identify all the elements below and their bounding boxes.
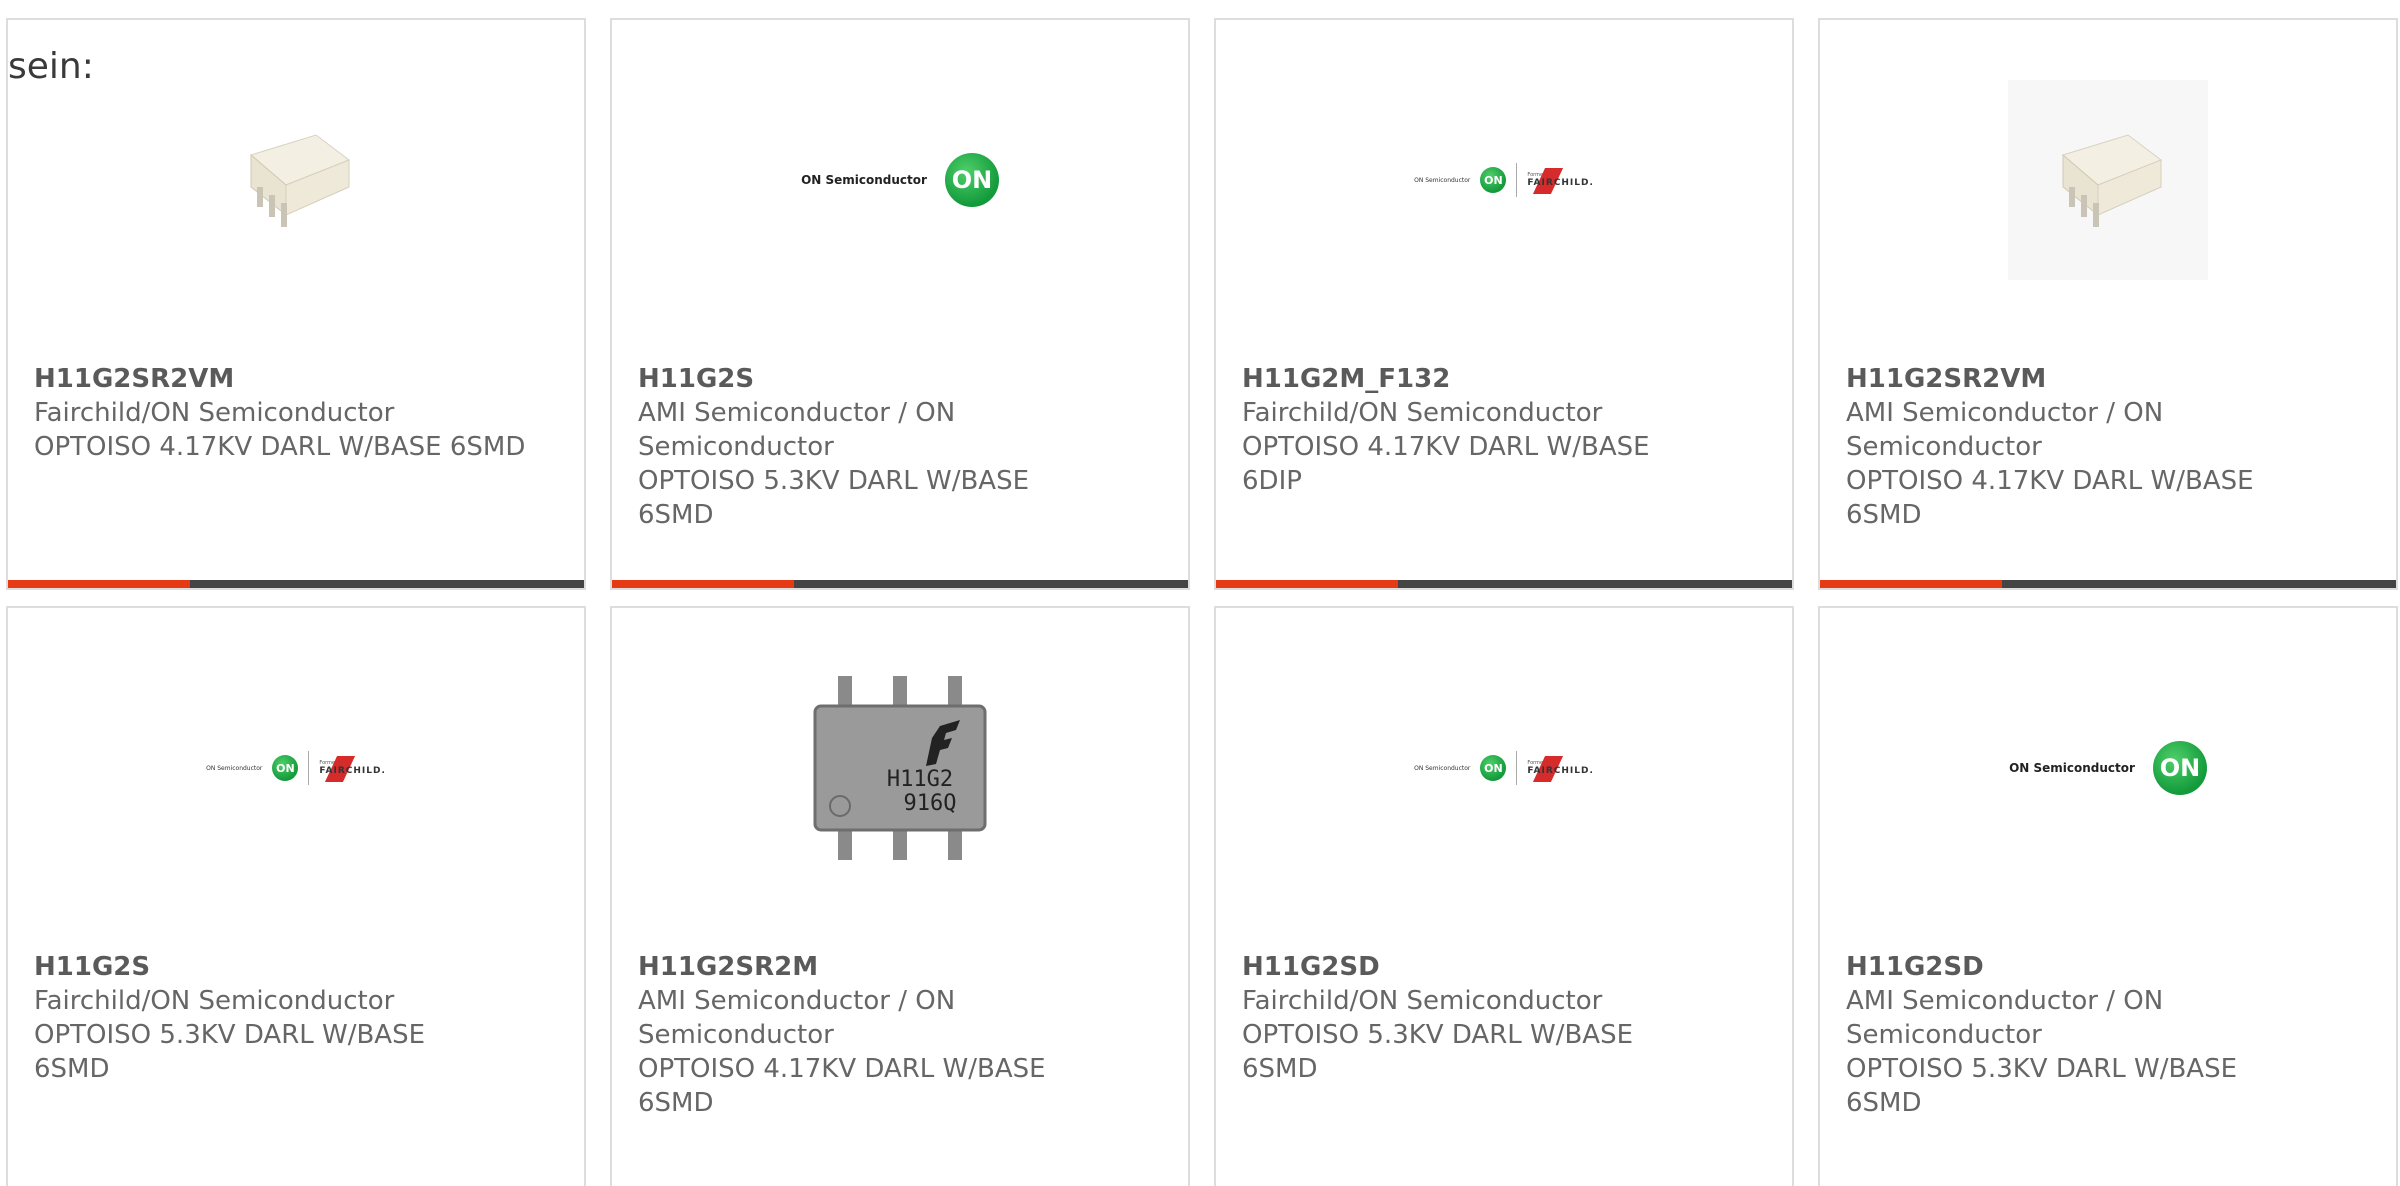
on-logo-icon: ON bbox=[944, 153, 999, 207]
manufacturer: AMI Semiconductor / ON Semiconductor bbox=[638, 986, 956, 1050]
part-number[interactable]: H11G2S bbox=[34, 950, 564, 984]
manufacturer: AMI Semiconductor / ON Semiconductor bbox=[638, 398, 956, 462]
fairchild-name: FAIRCHILD. bbox=[1527, 168, 1593, 194]
fairchild-name: FAIRCHILD. bbox=[1527, 756, 1593, 782]
card-bottom-bar bbox=[8, 580, 584, 588]
product-info: H11G2S AMI Semiconductor / ON Semiconduc… bbox=[638, 362, 1168, 532]
product-info: H11G2S Fairchild/ON Semiconductor OPTOIS… bbox=[34, 950, 564, 1086]
card-accent bbox=[8, 580, 190, 588]
on-logo-icon: ON bbox=[1480, 755, 1507, 781]
product-info: H11G2SD Fairchild/ON Semiconductor OPTOI… bbox=[1242, 950, 1772, 1086]
part-number[interactable]: H11G2S bbox=[638, 362, 1168, 396]
description: OPTOISO 4.17KV DARL W/BASE 6DIP bbox=[1242, 432, 1650, 496]
card-accent bbox=[612, 580, 794, 588]
on-fairchild-logo: ON Semiconductor ON Formerly FAIRCHILD. bbox=[206, 751, 386, 785]
manufacturer: Fairchild/ON Semiconductor bbox=[34, 986, 395, 1016]
product-info: H11G2SR2VM AMI Semiconductor / ON Semico… bbox=[1846, 362, 2376, 532]
description: OPTOISO 5.3KV DARL W/BASE 6SMD bbox=[1242, 1020, 1634, 1084]
card-bottom-bar bbox=[612, 580, 1188, 588]
product-info: H11G2SR2M AMI Semiconductor / ON Semicon… bbox=[638, 950, 1168, 1120]
product-image[interactable]: H11G2 916Q bbox=[612, 668, 1188, 868]
logo-brand-text: ON Semiconductor bbox=[1414, 764, 1471, 772]
fairchild-name: FAIRCHILD. bbox=[319, 756, 385, 782]
product-card[interactable]: ON Semiconductor ON Formerly FAIRCHILD. … bbox=[6, 606, 586, 1186]
part-number[interactable]: H11G2SD bbox=[1846, 950, 2376, 984]
on-mark: ON bbox=[951, 166, 993, 194]
description: OPTOISO 4.17KV DARL W/BASE 6SMD bbox=[1846, 466, 2254, 530]
white-smd-chip-icon bbox=[249, 134, 351, 227]
card-accent bbox=[1820, 580, 2002, 588]
product-card[interactable]: H11G2 916Q H11G2SR2M AMI Semiconductor /… bbox=[610, 606, 1190, 1186]
product-image[interactable]: ON Semiconductor ON Formerly FAIRCHILD. bbox=[8, 668, 584, 868]
on-mark: ON bbox=[1484, 761, 1503, 775]
on-fairchild-logo: ON Semiconductor ON Formerly FAIRCHILD. bbox=[1414, 751, 1594, 785]
description: OPTOISO 5.3KV DARL W/BASE 6SMD bbox=[1846, 1054, 2238, 1118]
on-mark: ON bbox=[1484, 173, 1503, 187]
description: OPTOISO 5.3KV DARL W/BASE 6SMD bbox=[34, 1020, 426, 1084]
product-image[interactable]: ON Semiconductor ON bbox=[612, 80, 1188, 280]
logo-brand-text: ON Semiconductor bbox=[801, 173, 927, 187]
on-mark: ON bbox=[2159, 754, 2201, 782]
fairchild-logo: Formerly FAIRCHILD. bbox=[1527, 168, 1593, 194]
fairchild-logo: Formerly FAIRCHILD. bbox=[319, 756, 385, 782]
product-card[interactable]: ON Semiconductor ON H11G2S AMI Semicondu… bbox=[610, 18, 1190, 590]
gray-dip-chip-icon: H11G2 916Q bbox=[813, 676, 987, 860]
product-image[interactable]: ON Semiconductor ON Formerly FAIRCHILD. bbox=[1216, 80, 1792, 280]
product-info: H11G2M_F132 Fairchild/ON Semiconductor O… bbox=[1242, 362, 1772, 498]
white-smd-chip-icon bbox=[2061, 134, 2163, 227]
manufacturer: Fairchild/ON Semiconductor bbox=[34, 398, 395, 428]
description: OPTOISO 4.17KV DARL W/BASE 6SMD bbox=[34, 432, 526, 462]
part-number[interactable]: H11G2M_F132 bbox=[1242, 362, 1772, 396]
product-card[interactable]: H11G2SR2VM Fairchild/ON Semiconductor OP… bbox=[6, 18, 586, 590]
manufacturer: Fairchild/ON Semiconductor bbox=[1242, 986, 1603, 1016]
logo-divider bbox=[308, 751, 310, 785]
logo-brand-text: ON Semiconductor bbox=[206, 764, 263, 772]
product-info: H11G2SD AMI Semiconductor / ON Semicondu… bbox=[1846, 950, 2376, 1120]
on-semiconductor-logo: ON Semiconductor ON bbox=[2009, 741, 2207, 795]
on-logo-icon: ON bbox=[2152, 741, 2207, 795]
part-number[interactable]: H11G2SD bbox=[1242, 950, 1772, 984]
product-card[interactable]: ON Semiconductor ON Formerly FAIRCHILD. … bbox=[1214, 606, 1794, 1186]
product-card[interactable]: H11G2SR2VM AMI Semiconductor / ON Semico… bbox=[1818, 18, 2398, 590]
logo-divider bbox=[1516, 163, 1518, 197]
manufacturer: Fairchild/ON Semiconductor bbox=[1242, 398, 1603, 428]
product-card[interactable]: ON Semiconductor ON H11G2SD AMI Semicond… bbox=[1818, 606, 2398, 1186]
logo-brand-text: ON Semiconductor bbox=[2009, 761, 2135, 775]
on-mark: ON bbox=[276, 761, 295, 775]
product-image[interactable]: ON Semiconductor ON bbox=[1820, 668, 2396, 868]
logo-divider bbox=[1516, 751, 1518, 785]
card-accent bbox=[1216, 580, 1398, 588]
on-logo-icon: ON bbox=[272, 755, 299, 781]
manufacturer: AMI Semiconductor / ON Semiconductor bbox=[1846, 398, 2164, 462]
logo-brand-text: ON Semiconductor bbox=[1414, 176, 1471, 184]
product-card[interactable]: ON Semiconductor ON Formerly FAIRCHILD. … bbox=[1214, 18, 1794, 590]
chip-marking-line2: 916Q bbox=[904, 791, 957, 816]
description: OPTOISO 5.3KV DARL W/BASE 6SMD bbox=[638, 466, 1030, 530]
on-fairchild-logo: ON Semiconductor ON Formerly FAIRCHILD. bbox=[1414, 163, 1594, 197]
product-image[interactable] bbox=[8, 80, 584, 280]
manufacturer: AMI Semiconductor / ON Semiconductor bbox=[1846, 986, 2164, 1050]
chip-marking-line1: H11G2 bbox=[887, 767, 953, 792]
product-image[interactable]: ON Semiconductor ON Formerly FAIRCHILD. bbox=[1216, 668, 1792, 868]
card-bottom-bar bbox=[1820, 580, 2396, 588]
part-number[interactable]: H11G2SR2VM bbox=[34, 362, 564, 396]
card-bottom-bar bbox=[1216, 580, 1792, 588]
product-image[interactable] bbox=[1820, 80, 2396, 280]
image-frame bbox=[2008, 80, 2208, 280]
description: OPTOISO 4.17KV DARL W/BASE 6SMD bbox=[638, 1054, 1046, 1118]
product-info: H11G2SR2VM Fairchild/ON Semiconductor OP… bbox=[34, 362, 564, 464]
part-number[interactable]: H11G2SR2VM bbox=[1846, 362, 2376, 396]
on-semiconductor-logo: ON Semiconductor ON bbox=[801, 153, 999, 207]
fairchild-logo: Formerly FAIRCHILD. bbox=[1527, 756, 1593, 782]
on-logo-icon: ON bbox=[1480, 167, 1507, 193]
part-number[interactable]: H11G2SR2M bbox=[638, 950, 1168, 984]
intro-text: sein: bbox=[8, 46, 94, 87]
